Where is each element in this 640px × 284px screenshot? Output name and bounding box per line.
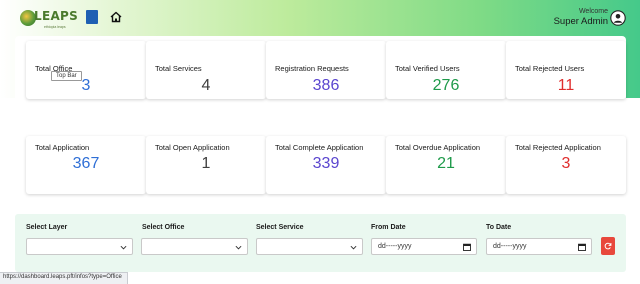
select-service-label: Select Service [256,224,304,231]
leaps-logo[interactable]: LEAPS ethiopia leaps [20,7,100,31]
stat-title: Total Overdue Application [395,143,481,152]
chevron-down-icon [350,245,357,250]
status-bar-url: https://dashboard.leaps.pft/infos?type=O… [0,272,128,284]
user-avatar-icon[interactable] [610,10,626,26]
from-date-placeholder: dd-----yyyy [378,243,412,250]
stat-title: Total Open Application [155,143,230,152]
stat-value: 367 [72,155,100,172]
from-date-label: From Date [371,224,406,231]
home-icon[interactable] [109,10,123,24]
stat-title: Total Rejected Application [515,143,601,152]
calendar-icon[interactable] [463,243,471,251]
undp-logo [86,10,98,24]
stat-card-rejected-users[interactable]: Total Rejected Users 11 [506,41,626,99]
stat-value: 1 [201,155,211,172]
filter-bar: Select Layer Select Office Select Servic… [15,214,626,272]
chevron-down-icon [120,245,127,250]
stat-card-overdue-application[interactable]: Total Overdue Application 21 [386,136,506,194]
refresh-icon [604,242,612,250]
select-layer-label: Select Layer [26,224,68,231]
stat-card-total-application[interactable]: Total Application 367 [26,136,146,194]
to-date-input[interactable]: dd-----yyyy [486,238,592,255]
stat-card-total-office[interactable]: Total Office 3 [26,41,146,99]
stat-value: 276 [432,77,460,94]
tooltip: Top Bar [51,71,82,81]
stat-value: 339 [312,155,340,172]
calendar-icon[interactable] [578,243,586,251]
to-date-placeholder: dd-----yyyy [493,243,527,250]
refresh-button[interactable] [601,237,615,255]
stat-card-rejected-application[interactable]: Total Rejected Application 3 [506,136,626,194]
stat-card-open-application[interactable]: Total Open Application 1 [146,136,266,194]
stat-title: Total Services [155,64,202,73]
stat-value: 11 [557,77,575,94]
select-service-dropdown[interactable] [256,238,363,255]
stat-value: 3 [561,155,571,172]
welcome-block: Welcome Super Admin [554,8,608,27]
stat-title: Registration Requests [275,64,349,73]
from-date-input[interactable]: dd-----yyyy [371,238,477,255]
select-layer-dropdown[interactable] [26,238,133,255]
logo-text: LEAPS [34,9,79,23]
select-office-label: Select Office [142,224,185,231]
chevron-down-icon [235,245,242,250]
stat-card-registration-requests[interactable]: Registration Requests 386 [266,41,386,99]
stat-title: Total Verified Users [395,64,460,73]
stat-card-verified-users[interactable]: Total Verified Users 276 [386,41,506,99]
logo-subtitle: ethiopia leaps [44,25,66,29]
stat-title: Total Complete Application [275,143,364,152]
stat-title: Total Application [35,143,90,152]
welcome-label: Welcome [578,8,608,15]
stat-card-total-services[interactable]: Total Services 4 [146,41,266,99]
select-office-dropdown[interactable] [141,238,248,255]
user-name: Super Admin [553,16,608,27]
stat-title: Total Rejected Users [515,64,585,73]
stats-panel: Total Office 3 Total Services 4 Registra… [15,36,626,208]
to-date-label: To Date [486,224,512,231]
stat-value: 386 [312,77,340,94]
stat-value: 4 [201,77,211,94]
stat-value: 21 [437,155,455,172]
stat-card-complete-application[interactable]: Total Complete Application 339 [266,136,386,194]
stat-value: 3 [81,77,91,94]
